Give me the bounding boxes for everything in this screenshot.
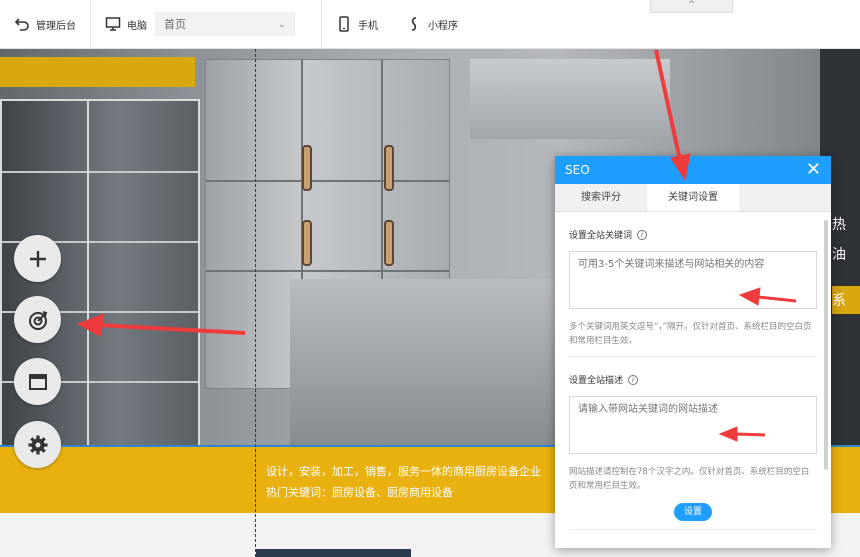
- chevron-up-icon: ^: [687, 0, 696, 10]
- back-arrow-icon: [14, 18, 29, 31]
- top-toolbar: 管理后台 电脑 首页 ⌄ 手机 小程序 ^: [0, 0, 860, 49]
- tab-search-score[interactable]: 搜索评分: [555, 184, 647, 211]
- settings-button[interactable]: [14, 421, 61, 468]
- page-select-value: 首页: [164, 18, 186, 31]
- back-to-admin-button[interactable]: 管理后台: [0, 0, 90, 49]
- keywords-help-text: 多个关键词用英文逗号“，”隔开。仅针对首页、系统栏目的空白页和常用栏目生效。: [569, 322, 812, 346]
- miniapp-view-label: 小程序: [428, 20, 458, 32]
- layout-icon: [28, 373, 47, 390]
- footer-dark-block: [256, 549, 411, 557]
- submit-row: 设置: [569, 503, 817, 521]
- banner-yellow-strip: [0, 57, 195, 87]
- site-description-input[interactable]: [569, 396, 817, 454]
- miniapp-view-button[interactable]: 小程序: [392, 0, 472, 49]
- info-icon[interactable]: i: [637, 229, 648, 240]
- section-divider: [569, 529, 817, 530]
- desktop-view-button[interactable]: 电脑 首页 ⌄: [91, 0, 309, 49]
- layout-button[interactable]: [14, 358, 61, 405]
- chevron-down-icon: ⌄: [277, 18, 286, 30]
- collapse-toolbar-button[interactable]: ^: [650, 0, 733, 13]
- set-button[interactable]: 设置: [674, 503, 712, 521]
- hood-graphic: [470, 59, 670, 139]
- keywords-label-row: 设置全站关键词 i: [569, 228, 817, 241]
- description-label: 设置全站描述: [569, 376, 624, 386]
- seo-dialog: SEO ✕ 搜索评分 关键词设置 设置全站关键词 i 多个关键词用英文逗号“，”…: [555, 156, 831, 548]
- description-label-row: 设置全站描述 i: [569, 373, 817, 386]
- seo-dialog-header: SEO ✕: [555, 156, 831, 184]
- banner-right-text-3: 系: [832, 293, 846, 309]
- dialog-scrollbar[interactable]: [824, 220, 828, 470]
- miniapp-icon: [411, 17, 417, 31]
- site-keywords-input[interactable]: [569, 251, 817, 309]
- seo-tabs: 搜索评分 关键词设置: [555, 184, 831, 212]
- slogan-line-1: 设计，安装，加工，销售，服务一体的商用厨房设备企业: [266, 465, 541, 478]
- add-module-button[interactable]: [14, 235, 61, 282]
- banner-right-text-2: 油: [832, 247, 846, 263]
- desktop-view-label: 电脑: [127, 20, 147, 32]
- description-help-text: 网站描述请控制在78个汉字之内。仅针对首页、系统栏目的空白页和常用栏目生效。: [569, 467, 810, 491]
- mobile-view-button[interactable]: 手机: [322, 0, 392, 49]
- target-icon: [28, 310, 47, 330]
- plus-icon: [29, 250, 46, 267]
- back-to-admin-label: 管理后台: [36, 20, 76, 32]
- info-icon[interactable]: i: [628, 374, 639, 385]
- keywords-label: 设置全站关键词: [569, 231, 633, 241]
- layout-guide-line: [255, 49, 256, 557]
- page-select[interactable]: 首页 ⌄: [155, 12, 295, 36]
- gear-icon: [28, 435, 47, 454]
- close-icon[interactable]: ✕: [806, 161, 821, 179]
- banner-right-text-1: 热: [832, 217, 846, 233]
- tab-keyword-settings[interactable]: 关键词设置: [647, 184, 739, 211]
- phone-icon: [339, 16, 349, 32]
- section-divider: [569, 356, 817, 357]
- seo-dialog-title: SEO: [565, 163, 590, 177]
- seo-dialog-body: 设置全站关键词 i 多个关键词用英文逗号“，”隔开。仅针对首页、系统栏目的空白页…: [555, 212, 831, 548]
- mobile-view-label: 手机: [358, 20, 378, 32]
- seo-target-button[interactable]: [14, 296, 61, 343]
- monitor-icon: [105, 17, 121, 31]
- hot-keywords-line: 热门关键词：厨房设备、厨房商用设备: [266, 486, 453, 499]
